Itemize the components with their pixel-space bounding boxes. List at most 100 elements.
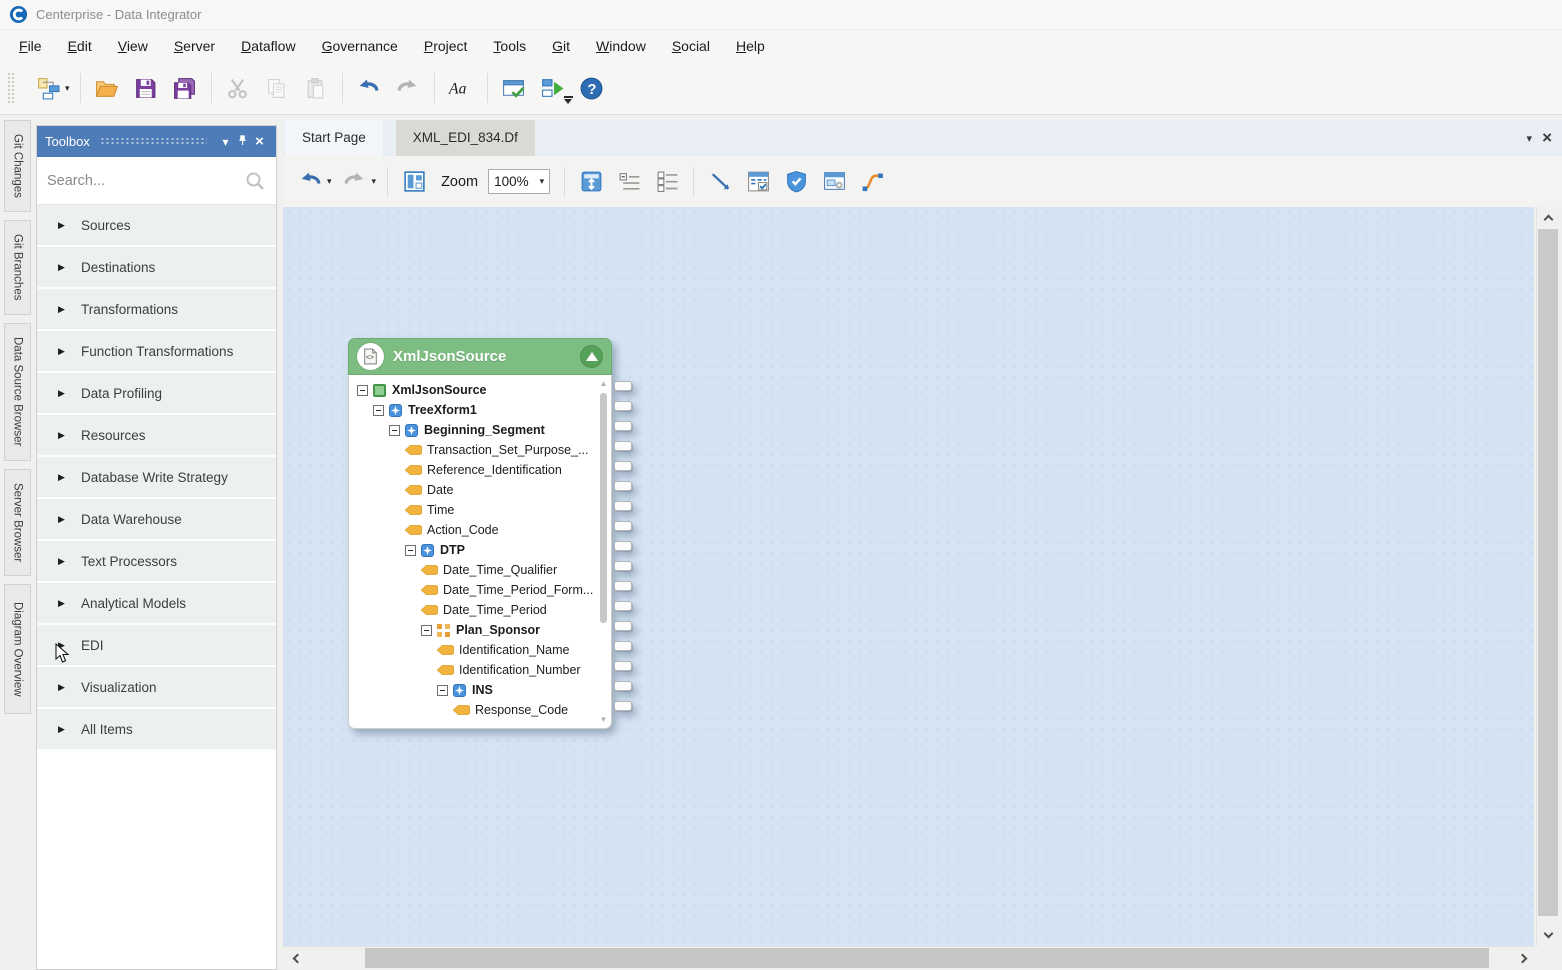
tree-row-beginning-segment[interactable]: Beginning_Segment bbox=[349, 420, 611, 440]
tab-list-chevron-icon[interactable]: ▾ bbox=[1526, 120, 1532, 156]
expand-arrow-icon[interactable]: ▶ bbox=[58, 430, 70, 441]
collapse-box-icon[interactable] bbox=[373, 405, 384, 416]
redo-button[interactable] bbox=[390, 70, 426, 106]
dock-tab-git-changes[interactable]: Git Changes bbox=[4, 120, 31, 212]
toolbox-item-destinations[interactable]: ▶Destinations bbox=[37, 247, 276, 289]
output-port[interactable] bbox=[614, 501, 632, 511]
output-port[interactable] bbox=[614, 521, 632, 531]
copy-button[interactable] bbox=[259, 70, 295, 106]
undo-caret-icon[interactable]: ▾ bbox=[327, 176, 332, 187]
output-port[interactable] bbox=[614, 601, 632, 611]
output-port[interactable] bbox=[614, 641, 632, 651]
menu-item-dataflow[interactable]: Dataflow bbox=[228, 30, 308, 62]
verify-shield-button[interactable] bbox=[779, 165, 813, 199]
scroll-up-icon[interactable]: ▲ bbox=[599, 379, 608, 388]
date-format-button[interactable] bbox=[741, 165, 775, 199]
output-port[interactable] bbox=[614, 381, 632, 391]
horizontal-scrollbar-thumb[interactable] bbox=[365, 948, 1489, 968]
dock-tab-data-source-browser[interactable]: Data Source Browser bbox=[4, 323, 31, 461]
help-button[interactable]: ? bbox=[574, 70, 610, 106]
menu-item-view[interactable]: View bbox=[105, 30, 161, 62]
close-icon[interactable]: × bbox=[251, 135, 268, 149]
toolbox-item-text-processors[interactable]: ▶Text Processors bbox=[37, 541, 276, 583]
tree-row-dtp[interactable]: DTP bbox=[349, 540, 611, 560]
canvas-horizontal-scrollbar[interactable] bbox=[283, 946, 1534, 968]
open-button[interactable] bbox=[89, 70, 125, 106]
expand-arrow-icon[interactable]: ▶ bbox=[58, 346, 70, 357]
toolbox-item-visualization[interactable]: ▶Visualization bbox=[37, 667, 276, 709]
scroll-right-button[interactable] bbox=[1512, 947, 1534, 969]
cut-button[interactable] bbox=[220, 70, 256, 106]
output-port[interactable] bbox=[614, 561, 632, 571]
verify-button[interactable] bbox=[496, 70, 532, 106]
output-port[interactable] bbox=[614, 541, 632, 551]
menu-item-server[interactable]: Server bbox=[161, 30, 228, 62]
save-all-button[interactable] bbox=[167, 70, 203, 106]
menu-item-governance[interactable]: Governance bbox=[309, 30, 411, 62]
expand-arrow-icon[interactable]: ▶ bbox=[58, 724, 70, 735]
preview-data-button[interactable] bbox=[817, 165, 851, 199]
menu-item-git[interactable]: Git bbox=[539, 30, 583, 62]
tree-row-treexform1[interactable]: TreeXform1 bbox=[349, 400, 611, 420]
collapse-box-icon[interactable] bbox=[437, 685, 448, 696]
toolbox-item-analytical-models[interactable]: ▶Analytical Models bbox=[37, 583, 276, 625]
menu-item-window[interactable]: Window bbox=[583, 30, 659, 62]
menu-item-file[interactable]: File bbox=[6, 30, 55, 62]
tree-row-identification-number[interactable]: Identification_Number bbox=[349, 660, 611, 680]
output-port[interactable] bbox=[614, 401, 632, 411]
tree-row-transaction-set-purpose[interactable]: Transaction_Set_Purpose_... bbox=[349, 440, 611, 460]
dock-tab-server-browser[interactable]: Server Browser bbox=[4, 469, 31, 576]
scroll-down-button[interactable] bbox=[1537, 924, 1559, 946]
canvas-redo-button[interactable] bbox=[338, 165, 372, 199]
output-port[interactable] bbox=[614, 441, 632, 451]
toolbox-item-edi[interactable]: ▶EDI bbox=[37, 625, 276, 667]
tab-close-icon[interactable]: × bbox=[1542, 120, 1552, 156]
toolbar-overflow-button[interactable] bbox=[562, 96, 574, 104]
output-port[interactable] bbox=[614, 481, 632, 491]
scroll-left-button[interactable] bbox=[285, 947, 307, 969]
expand-collapse-button[interactable] bbox=[574, 165, 608, 199]
tab-start-page[interactable]: Start Page bbox=[285, 120, 383, 156]
scroll-down-icon[interactable]: ▼ bbox=[599, 715, 608, 724]
canvas-undo-button[interactable] bbox=[293, 165, 327, 199]
node-collapse-button[interactable] bbox=[580, 345, 603, 368]
output-port[interactable] bbox=[614, 621, 632, 631]
tree-row-time[interactable]: Time bbox=[349, 500, 611, 520]
toolbox-item-data-warehouse[interactable]: ▶Data Warehouse bbox=[37, 499, 276, 541]
menu-item-edit[interactable]: Edit bbox=[55, 30, 105, 62]
toolbox-item-transformations[interactable]: ▶Transformations bbox=[37, 289, 276, 331]
output-port[interactable] bbox=[614, 681, 632, 691]
save-button[interactable] bbox=[128, 70, 164, 106]
scroll-up-button[interactable] bbox=[1537, 207, 1559, 229]
output-port[interactable] bbox=[614, 701, 632, 711]
tree-row-date-time-qualifier[interactable]: Date_Time_Qualifier bbox=[349, 560, 611, 580]
tree-row-identification-name[interactable]: Identification_Name bbox=[349, 640, 611, 660]
output-port[interactable] bbox=[614, 461, 632, 471]
expand-nodes-button[interactable] bbox=[650, 165, 684, 199]
zoom-caret-icon[interactable]: ▾ bbox=[540, 176, 545, 187]
output-port[interactable] bbox=[614, 581, 632, 591]
expand-arrow-icon[interactable]: ▶ bbox=[58, 514, 70, 525]
tree-row-ins[interactable]: INS bbox=[349, 680, 611, 700]
vertical-scrollbar-thumb[interactable] bbox=[1538, 229, 1558, 916]
canvas-vertical-scrollbar[interactable] bbox=[1536, 207, 1558, 946]
tree-row-response-code[interactable]: Response_Code bbox=[349, 700, 611, 720]
redo-caret-icon[interactable]: ▾ bbox=[372, 176, 377, 187]
expand-arrow-icon[interactable]: ▶ bbox=[58, 304, 70, 315]
tree-row-plan-sponsor[interactable]: Plan_Sponsor bbox=[349, 620, 611, 640]
toolbox-item-all-items[interactable]: ▶All Items bbox=[37, 709, 276, 751]
dock-tab-diagram-overview[interactable]: Diagram Overview bbox=[4, 584, 31, 714]
new-dropdown-caret-icon[interactable]: ▾ bbox=[65, 83, 70, 94]
pin-icon[interactable] bbox=[234, 134, 251, 149]
auto-connect-button[interactable] bbox=[855, 165, 889, 199]
toolbox-item-sources[interactable]: ▶Sources bbox=[37, 205, 276, 247]
dock-tab-git-branches[interactable]: Git Branches bbox=[4, 220, 31, 315]
chevron-down-icon[interactable]: ▾ bbox=[217, 135, 234, 149]
font-button[interactable]: Aa bbox=[443, 70, 479, 106]
output-port[interactable] bbox=[614, 661, 632, 671]
menu-item-tools[interactable]: Tools bbox=[480, 30, 539, 62]
collapse-box-icon[interactable] bbox=[405, 545, 416, 556]
expand-arrow-icon[interactable]: ▶ bbox=[58, 598, 70, 609]
tree-row-xmljsonsource[interactable]: XmlJsonSource bbox=[349, 380, 611, 400]
expand-arrow-icon[interactable]: ▶ bbox=[58, 472, 70, 483]
